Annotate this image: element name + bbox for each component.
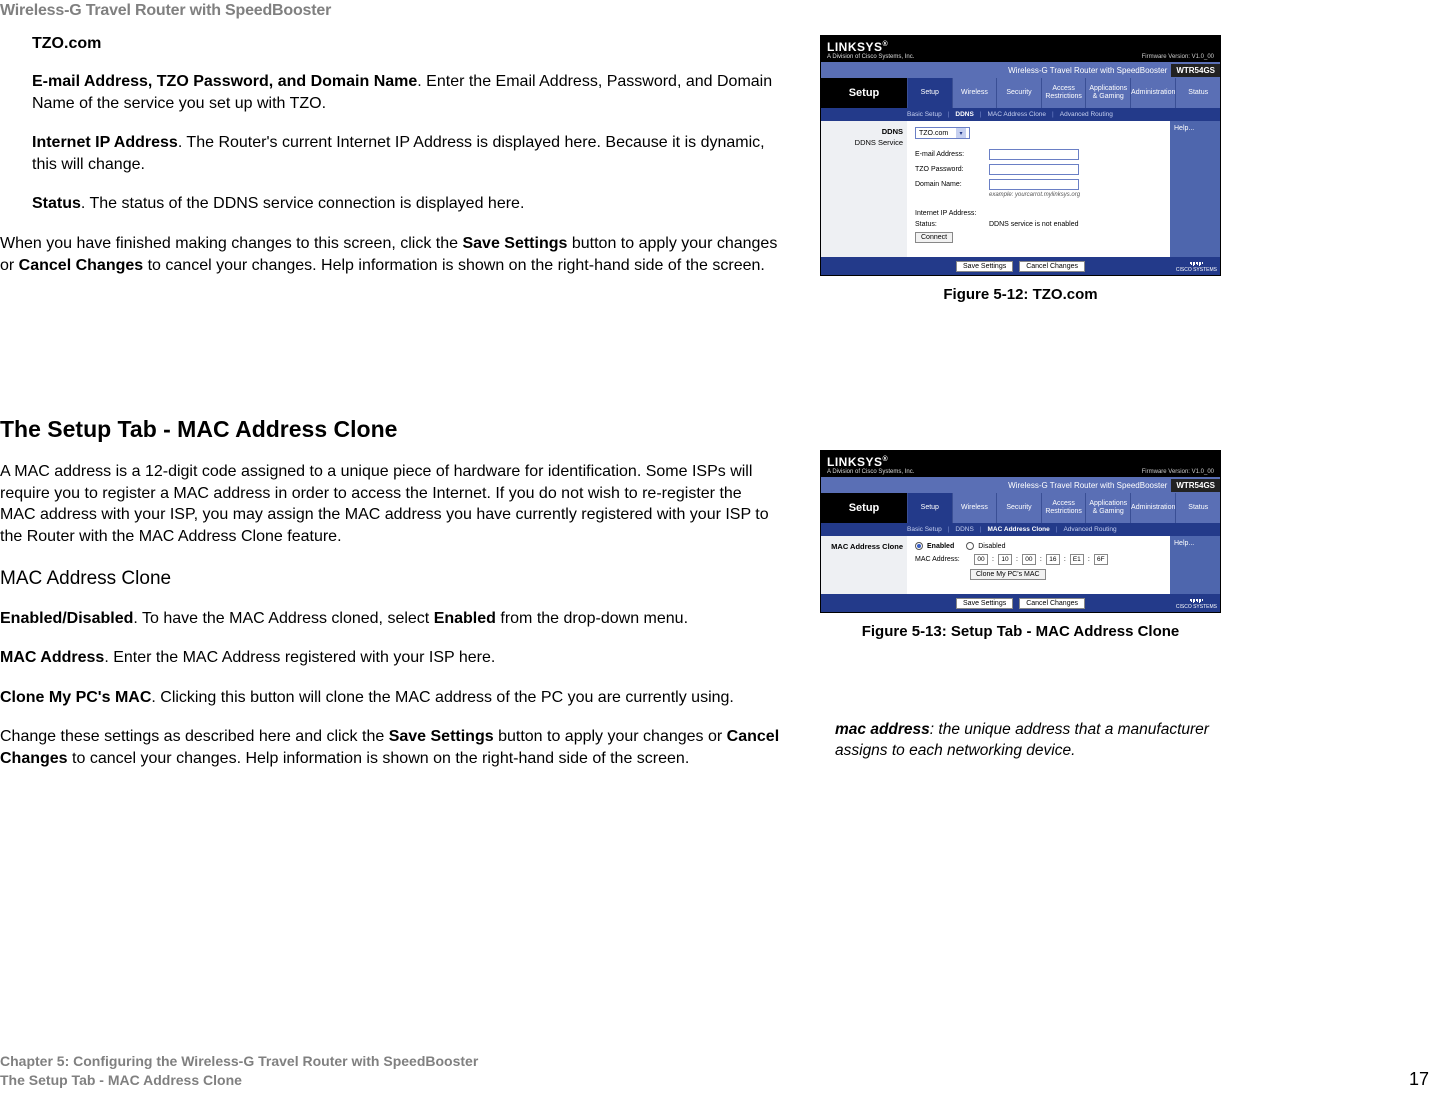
product-name: Wireless-G Travel Router with SpeedBoost… xyxy=(827,66,1171,75)
radio-enabled[interactable] xyxy=(915,542,923,550)
mac-subheading: MAC Address Clone xyxy=(0,568,780,590)
setup-big-tab: Setup xyxy=(821,493,907,523)
tab-access-restrictions[interactable]: Access Restrictions xyxy=(1041,493,1086,523)
cisco-logo: CISCO SYSTEMS xyxy=(1176,599,1217,610)
radio-disabled[interactable] xyxy=(966,542,974,550)
email-field[interactable] xyxy=(989,149,1079,160)
tzo-para-status: Status. The status of the DDNS service c… xyxy=(32,193,780,215)
subnav-ddns[interactable]: DDNS xyxy=(955,526,973,533)
subnav-basic-setup[interactable]: Basic Setup xyxy=(907,111,942,118)
tzo-email-bold: E-mail Address, TZO Password, and Domain… xyxy=(32,73,417,90)
model-badge: WTR54GS xyxy=(1171,64,1220,77)
setup-big-tab: Setup xyxy=(821,78,907,108)
ddns-status-value: DDNS service is not enabled xyxy=(989,221,1079,228)
cancel-changes-button[interactable]: Cancel Changes xyxy=(1019,261,1085,272)
figure-1-caption: Figure 5-12: TZO.com xyxy=(820,286,1221,303)
clone-my-pc-mac-button[interactable]: Clone My PC's MAC xyxy=(970,569,1046,580)
tab-setup[interactable]: Setup xyxy=(907,78,952,108)
cisco-logo: CISCO SYSTEMS xyxy=(1176,262,1217,273)
tab-wireless[interactable]: Wireless xyxy=(952,493,997,523)
tab-setup[interactable]: Setup xyxy=(907,493,952,523)
tzo-status-rest: . The status of the DDNS service connect… xyxy=(81,195,524,212)
connect-button[interactable]: Connect xyxy=(915,232,953,243)
tab-status[interactable]: Status xyxy=(1175,493,1220,523)
domain-example: example: yourcarrot.mylinksys.org xyxy=(989,192,1164,198)
subnav-mac-clone[interactable]: MAC Address Clone xyxy=(988,526,1050,533)
mac-seg-2[interactable]: 00 xyxy=(1022,554,1036,565)
main-text-column: TZO.com E-mail Address, TZO Password, an… xyxy=(0,35,780,788)
glossary-note: mac address: the unique address that a m… xyxy=(835,720,1220,762)
mac-clone-para: Clone My PC's MAC. Clicking this button … xyxy=(0,687,780,709)
help-column[interactable]: Help... xyxy=(1170,121,1220,257)
tzo-heading: TZO.com xyxy=(32,35,780,53)
save-paragraph-1: When you have finished making changes to… xyxy=(0,233,780,276)
mac-seg-0[interactable]: 00 xyxy=(974,554,988,565)
mac-screenshot: LINKSYS® A Division of Cisco Systems, In… xyxy=(820,450,1221,613)
save-paragraph-2: Change these settings as described here … xyxy=(0,726,780,769)
tab-security[interactable]: Security xyxy=(996,78,1041,108)
tzo-para-email: E-mail Address, TZO Password, and Domain… xyxy=(32,71,780,114)
figure-mac-clone: LINKSYS® A Division of Cisco Systems, In… xyxy=(820,450,1221,640)
cancel-changes-button[interactable]: Cancel Changes xyxy=(1019,598,1085,609)
subnav-advanced-routing[interactable]: Advanced Routing xyxy=(1063,526,1116,533)
tab-access-restrictions[interactable]: Access Restrictions xyxy=(1041,78,1086,108)
page-footer: Chapter 5: Configuring the Wireless-G Tr… xyxy=(0,1052,1429,1090)
left-label-mac: MAC Address Clone xyxy=(821,536,907,594)
tab-administration[interactable]: Administration xyxy=(1130,78,1175,108)
mac-seg-3[interactable]: 16 xyxy=(1046,554,1060,565)
tzo-para-ip: Internet IP Address. The Router's curren… xyxy=(32,132,780,175)
figure-2-caption: Figure 5-13: Setup Tab - MAC Address Clo… xyxy=(820,623,1221,640)
linksys-logo: LINKSYS® A Division of Cisco Systems, In… xyxy=(827,40,914,60)
tab-applications-gaming[interactable]: Applications & Gaming xyxy=(1085,78,1130,108)
mac-intro: A MAC address is a 12-digit code assigne… xyxy=(0,461,780,547)
subnav-mac-clone[interactable]: MAC Address Clone xyxy=(988,111,1047,118)
mac-enabled-para: Enabled/Disabled. To have the MAC Addres… xyxy=(0,608,780,630)
tzo-ip-bold: Internet IP Address xyxy=(32,134,178,151)
help-column[interactable]: Help... xyxy=(1170,536,1220,594)
tzo-status-bold: Status xyxy=(32,195,81,212)
mac-seg-4[interactable]: E1 xyxy=(1070,554,1084,565)
glossary-term: mac address xyxy=(835,721,930,738)
save-settings-button[interactable]: Save Settings xyxy=(956,598,1013,609)
firmware-version: Firmware Version: V1.0_00 xyxy=(1142,54,1214,60)
mac-seg-1[interactable]: 10 xyxy=(998,554,1012,565)
subnav-ddns[interactable]: DDNS xyxy=(955,111,973,118)
firmware-version: Firmware Version: V1.0_00 xyxy=(1142,469,1214,475)
tzo-password-field[interactable] xyxy=(989,164,1079,175)
tzo-screenshot: LINKSYS® A Division of Cisco Systems, In… xyxy=(820,35,1221,276)
tab-status[interactable]: Status xyxy=(1175,78,1220,108)
linksys-logo: LINKSYS® A Division of Cisco Systems, In… xyxy=(827,455,914,475)
footer-section: The Setup Tab - MAC Address Clone xyxy=(0,1071,478,1090)
subnav-basic-setup[interactable]: Basic Setup xyxy=(907,526,942,533)
mac-section-heading: The Setup Tab - MAC Address Clone xyxy=(0,416,780,443)
mac-seg-5[interactable]: 6F xyxy=(1094,554,1108,565)
subnav-advanced-routing[interactable]: Advanced Routing xyxy=(1060,111,1113,118)
left-label-ddns: DDNS DDNS Service xyxy=(821,121,907,257)
tab-wireless[interactable]: Wireless xyxy=(952,78,997,108)
footer-chapter: Chapter 5: Configuring the Wireless-G Tr… xyxy=(0,1052,478,1071)
save-settings-button[interactable]: Save Settings xyxy=(956,261,1013,272)
chevron-down-icon: ▾ xyxy=(956,128,966,138)
tab-applications-gaming[interactable]: Applications & Gaming xyxy=(1085,493,1130,523)
running-header: Wireless-G Travel Router with SpeedBoost… xyxy=(0,2,331,20)
tab-administration[interactable]: Administration xyxy=(1130,493,1175,523)
product-name: Wireless-G Travel Router with SpeedBoost… xyxy=(827,481,1171,490)
model-badge: WTR54GS xyxy=(1171,479,1220,492)
mac-address-para: MAC Address. Enter the MAC Address regis… xyxy=(0,647,780,669)
figure-tzo: LINKSYS® A Division of Cisco Systems, In… xyxy=(820,35,1221,303)
tab-security[interactable]: Security xyxy=(996,493,1041,523)
domain-name-field[interactable] xyxy=(989,179,1079,190)
page-number: 17 xyxy=(1409,1069,1429,1090)
ddns-service-select[interactable]: TZO.com ▾ xyxy=(915,127,970,139)
